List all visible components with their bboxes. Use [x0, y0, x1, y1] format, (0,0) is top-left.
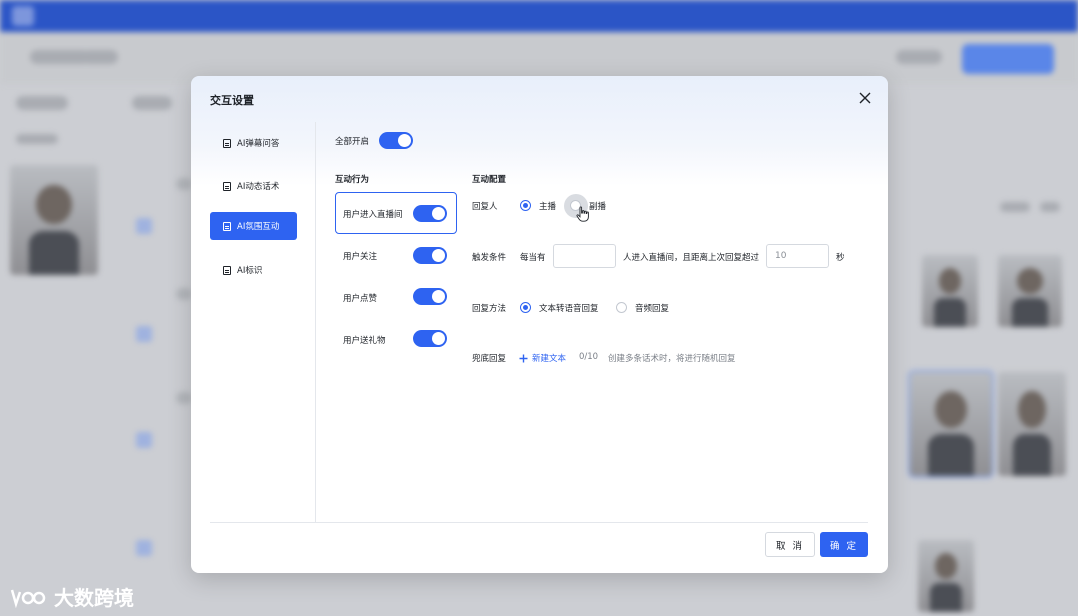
bg-nav-pill	[896, 50, 942, 64]
reply-tts-radio[interactable]	[520, 302, 531, 313]
trigger-middle-text: 人进入直播间，且距离上次回复超过	[623, 253, 760, 263]
settings-sidebar: AI弹幕问答 AI动态话术 AI氛围互动 AI标识	[191, 122, 316, 522]
fallback-label: 兜底回复	[472, 354, 507, 364]
bg-avatar-card	[998, 255, 1062, 327]
hand-cursor-icon	[576, 206, 589, 222]
interaction-settings-dialog: 交互设置 AI弹幕问答 AI动态话术 AI氛围互动 AI标识 全部开启 互动行为…	[191, 76, 888, 573]
watermark-logo-icon	[10, 589, 46, 608]
fallback-count: 0/10	[579, 352, 599, 362]
behavior-item-like-label: 用户点赞	[343, 294, 378, 304]
all-on-label: 全部开启	[335, 137, 370, 147]
trigger-suffix: 秒	[836, 253, 845, 263]
bg-checkbox	[136, 326, 152, 342]
app-topbar	[0, 0, 1078, 32]
trigger-prefix: 每当有	[520, 253, 546, 263]
responder-cohost-label[interactable]: 副播	[589, 200, 606, 212]
document-icon	[223, 138, 231, 148]
bg-filter	[16, 134, 58, 144]
bg-row	[176, 288, 192, 300]
sidebar-item-ai-label[interactable]: AI标识	[210, 256, 297, 284]
reply-audio-label[interactable]: 音频回复	[635, 302, 669, 314]
document-icon	[223, 265, 231, 275]
behavior-like-toggle[interactable]	[413, 288, 447, 305]
bg-avatar-card	[922, 255, 978, 327]
behavior-item-enter-room-label: 用户进入直播间	[343, 210, 403, 220]
behavior-gift-toggle[interactable]	[413, 330, 447, 347]
dialog-title: 交互设置	[210, 94, 254, 107]
add-text-button[interactable]: 新建文本	[519, 352, 566, 364]
sidebar-item-label: AI动态话术	[237, 182, 280, 192]
watermark: 大数跨境	[10, 582, 134, 611]
config-heading: 互动配置	[472, 175, 507, 185]
bg-avatar-card	[910, 372, 992, 476]
bg-nav-pill	[82, 50, 118, 64]
responder-host-radio[interactable]	[520, 200, 531, 211]
reply-audio-radio[interactable]	[616, 302, 627, 313]
bg-tab	[132, 96, 172, 110]
all-on-toggle[interactable]	[379, 132, 413, 149]
document-icon	[223, 221, 231, 231]
behavior-follow-toggle[interactable]	[413, 247, 447, 264]
document-icon	[223, 181, 231, 191]
sidebar-item-dynamic-script[interactable]: AI动态话术	[210, 172, 297, 200]
confirm-button[interactable]: 确 定	[820, 532, 868, 557]
behavior-enter-room-toggle[interactable]	[413, 205, 447, 222]
reply-tts-label[interactable]: 文本转语音回复	[539, 302, 599, 314]
behavior-item-follow-label: 用户关注	[343, 252, 378, 262]
behavior-heading: 互动行为	[335, 175, 370, 185]
bg-row	[176, 392, 192, 404]
bg-pill	[1000, 202, 1030, 212]
sidebar-item-atmosphere-interaction[interactable]: AI氛围互动	[210, 212, 297, 240]
bg-nav-pill	[30, 50, 90, 64]
sidebar-item-label: AI弹幕问答	[237, 139, 280, 149]
trigger-seconds-input[interactable]	[766, 244, 829, 268]
bg-row	[176, 178, 192, 190]
reply-method-label: 回复方法	[472, 304, 507, 314]
fallback-hint: 创建多条话术时，将进行随机回复	[608, 354, 736, 364]
watermark-text: 大数跨境	[54, 586, 134, 610]
sidebar-item-danmaku-qa[interactable]: AI弹幕问答	[210, 129, 297, 157]
sidebar-item-label: AI标识	[237, 266, 263, 276]
bg-avatar-card	[918, 540, 974, 612]
bg-avatar-card	[10, 165, 98, 275]
bg-checkbox	[136, 218, 152, 234]
footer-divider	[210, 522, 868, 523]
plus-icon	[519, 354, 528, 362]
cancel-button[interactable]: 取 消	[765, 532, 815, 557]
behavior-item-gift-label: 用户送礼物	[343, 336, 386, 346]
bg-tab	[16, 96, 68, 110]
trigger-count-input[interactable]	[553, 244, 616, 268]
responder-host-label[interactable]: 主播	[539, 200, 556, 212]
responder-label: 回复人	[472, 202, 498, 212]
bg-checkbox	[136, 540, 152, 556]
sidebar-item-label: AI氛围互动	[237, 222, 280, 232]
bg-checkbox	[136, 432, 152, 448]
bg-avatar-card	[998, 372, 1066, 476]
app-logo	[12, 6, 34, 26]
bg-pill	[1040, 202, 1060, 212]
close-icon[interactable]	[856, 89, 874, 107]
bg-primary-button	[962, 44, 1054, 74]
trigger-label: 触发条件	[472, 253, 507, 263]
add-text-label: 新建文本	[532, 354, 567, 364]
